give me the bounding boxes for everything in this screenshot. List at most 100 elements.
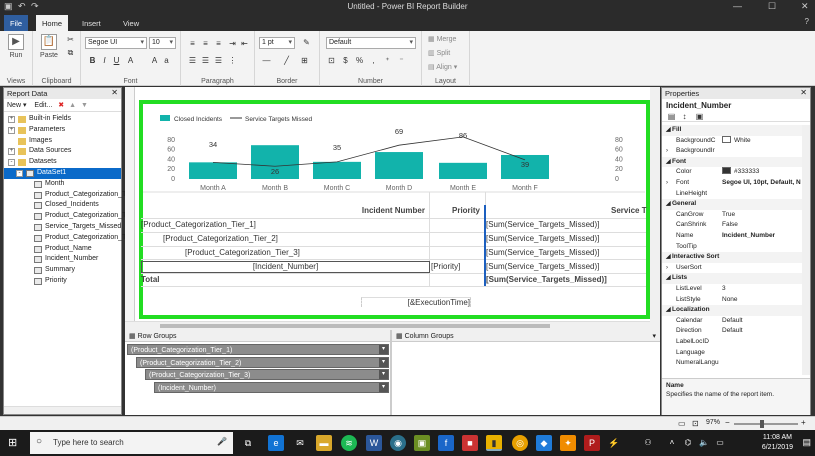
align-center-icon[interactable]: ☰ bbox=[200, 55, 211, 66]
property-row[interactable]: CanShrink False bbox=[662, 220, 802, 231]
tab-home[interactable]: Home bbox=[36, 15, 69, 31]
row-group-cell[interactable]: [Product_Categorization_Tier_3] bbox=[185, 248, 375, 257]
property-row[interactable]: ToolTip bbox=[662, 242, 802, 253]
tree-item[interactable]: + Built-in Fields bbox=[4, 114, 121, 125]
run-button[interactable]: ▶ Run bbox=[2, 34, 30, 59]
file-explorer-icon[interactable]: ▬ bbox=[316, 435, 332, 451]
spotify-icon[interactable]: ≋ bbox=[341, 435, 357, 451]
align-left-icon[interactable]: ☰ bbox=[187, 55, 198, 66]
detail-priority-cell[interactable]: [Priority] bbox=[431, 262, 481, 271]
expand-icon[interactable]: + bbox=[8, 116, 15, 123]
report-data-scrollbar[interactable] bbox=[4, 406, 121, 414]
move-up-icon[interactable]: ▲ bbox=[69, 102, 76, 109]
categorized-icon[interactable]: ▤ bbox=[666, 111, 677, 122]
tree-item[interactable]: Service_Targets_Missed bbox=[4, 222, 121, 233]
property-row[interactable]: Language bbox=[662, 348, 802, 359]
alphabetical-icon[interactable]: ↕ bbox=[679, 111, 690, 122]
property-category[interactable]: ◢ Fill bbox=[662, 125, 802, 136]
property-category[interactable]: ◢ General bbox=[662, 199, 802, 210]
close-icon[interactable]: ✕ bbox=[111, 88, 118, 97]
expand-icon[interactable]: ◢ bbox=[666, 305, 671, 316]
property-category[interactable]: ◢ Interactive Sort bbox=[662, 252, 802, 263]
detail-sum-cell[interactable]: [Sum(Service_Targets_Missed)] bbox=[486, 262, 646, 271]
number-format-select[interactable]: Default bbox=[326, 37, 416, 49]
horizontal-scrollbar[interactable] bbox=[125, 321, 650, 330]
facebook-icon[interactable]: f bbox=[438, 435, 454, 451]
outdent-icon[interactable]: ⇤ bbox=[239, 38, 250, 49]
increase-decimal-icon[interactable]: ⁺ bbox=[382, 55, 393, 66]
row-group-item[interactable]: (Product_Categorization_Tier_1) bbox=[127, 344, 389, 355]
tree-item[interactable]: Images bbox=[4, 136, 121, 147]
word-icon[interactable]: W bbox=[366, 435, 382, 451]
expand-icon[interactable]: + bbox=[8, 148, 15, 156]
property-row[interactable]: CanGrow True bbox=[662, 210, 802, 221]
mail-icon[interactable]: ✉ bbox=[292, 435, 308, 451]
tree-item[interactable]: Summary bbox=[4, 265, 121, 276]
property-row[interactable]: LineHeight bbox=[662, 189, 802, 200]
align-bottom-icon[interactable]: ≡ bbox=[213, 38, 224, 49]
tab-view[interactable]: View bbox=[117, 15, 145, 31]
bullets-icon[interactable]: ⋮ bbox=[227, 55, 238, 66]
volume-icon[interactable]: 🔈 bbox=[696, 435, 712, 451]
property-value[interactable]: False bbox=[722, 220, 802, 231]
expand-icon[interactable]: ◢ bbox=[666, 157, 671, 168]
expand-icon[interactable]: - bbox=[8, 159, 15, 167]
copy-icon[interactable]: ⧉ bbox=[65, 47, 76, 58]
placeholder-icon[interactable]: ⊡ bbox=[326, 55, 337, 66]
property-category[interactable]: ◢ Localization bbox=[662, 305, 802, 316]
system-clock[interactable]: 11:08 AM 6/21/2019 bbox=[762, 433, 793, 453]
expand-icon[interactable]: › bbox=[666, 146, 668, 157]
expand-icon[interactable]: + bbox=[8, 126, 15, 134]
tree-item[interactable]: - DataSet1 bbox=[4, 167, 121, 179]
italic-icon[interactable]: I bbox=[99, 55, 110, 66]
new-button[interactable]: New bbox=[7, 102, 21, 109]
battery-icon[interactable]: ▭ bbox=[712, 435, 728, 451]
notifications-icon[interactable]: ▤ bbox=[802, 437, 811, 448]
property-value[interactable]: Default bbox=[722, 326, 802, 337]
tree-item[interactable]: Product_Categorization_Tier_2 bbox=[4, 211, 142, 222]
row-group-item[interactable]: (Incident_Number) bbox=[154, 381, 389, 393]
edge-icon[interactable]: e bbox=[268, 435, 284, 451]
chrome-icon[interactable]: ◎ bbox=[512, 435, 528, 451]
zoom-slider-thumb[interactable] bbox=[760, 420, 764, 428]
underline-icon[interactable]: U bbox=[111, 55, 122, 66]
header-incident-number[interactable]: Incident Number bbox=[325, 206, 425, 215]
property-row[interactable]: › UserSort bbox=[662, 263, 802, 274]
people-icon[interactable]: ⚇ bbox=[640, 435, 656, 451]
cut-icon[interactable]: ✂ bbox=[65, 34, 76, 45]
tray-chevron-icon[interactable]: ˄ bbox=[664, 435, 680, 451]
properties-scrollbar[interactable] bbox=[802, 125, 810, 375]
property-row[interactable]: LabelLocID bbox=[662, 337, 802, 348]
app-icon-5[interactable]: ⚡ bbox=[606, 435, 622, 451]
dropdown-icon[interactable]: ▾ bbox=[652, 332, 656, 340]
property-value[interactable]: Incident_Number bbox=[722, 231, 802, 242]
tree-item[interactable]: - Datasets bbox=[4, 157, 121, 168]
tree-item[interactable]: + Data Sources bbox=[4, 146, 121, 157]
fit-page-icon[interactable]: ⊡ bbox=[692, 419, 699, 428]
expand-icon[interactable]: ◢ bbox=[666, 125, 671, 136]
row-group-cell[interactable]: [Product_Categorization_Tier_1] bbox=[141, 220, 331, 229]
detail-incident-number-cell[interactable]: [Incident_Number] bbox=[141, 261, 430, 273]
borders-icon[interactable]: ⊞ bbox=[299, 55, 310, 66]
border-style-icon[interactable]: — bbox=[261, 55, 272, 66]
align-top-icon[interactable]: ≡ bbox=[187, 38, 198, 49]
comma-icon[interactable]: , bbox=[368, 55, 379, 66]
task-view-icon[interactable]: ⧉ bbox=[240, 435, 256, 451]
merge-button[interactable]: ▦ Merge bbox=[428, 35, 456, 43]
tree-item[interactable]: Closed_Incidents bbox=[4, 200, 121, 211]
maximize-icon[interactable]: ☐ bbox=[768, 1, 776, 12]
decrease-decimal-icon[interactable]: ⁻ bbox=[396, 55, 407, 66]
property-value[interactable]: White bbox=[722, 135, 802, 147]
total-sum-cell[interactable]: [Sum(Service_Targets_Missed)] bbox=[486, 275, 646, 284]
tree-item[interactable]: Product_Categorization_Tier_1 bbox=[4, 190, 142, 201]
app-icon[interactable]: ◉ bbox=[390, 435, 406, 451]
sum-cell[interactable]: [Sum(Service_Targets_Missed)] bbox=[486, 220, 646, 229]
border-size-select[interactable]: 1 pt bbox=[259, 37, 295, 49]
tree-item[interactable]: Incident_Number bbox=[4, 254, 121, 265]
tab-file[interactable]: File bbox=[4, 15, 29, 31]
shrink-font-icon[interactable]: a bbox=[161, 55, 172, 66]
property-value[interactable]: #333333 bbox=[722, 167, 802, 178]
header-priority[interactable]: Priority bbox=[452, 206, 482, 215]
header-service-targets[interactable]: Service T bbox=[611, 206, 651, 215]
taskbar-search-box[interactable]: ○ Type here to search 🎤 bbox=[30, 432, 233, 454]
